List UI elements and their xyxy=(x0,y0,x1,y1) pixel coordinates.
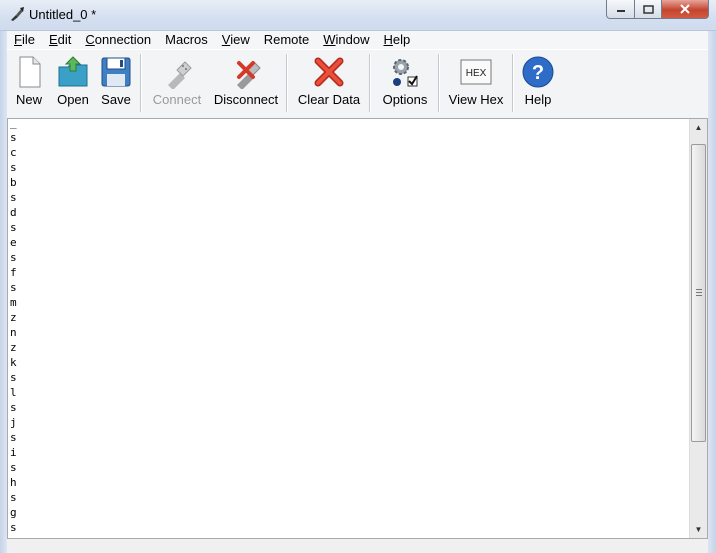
output-line: h xyxy=(10,476,17,489)
output-line: s xyxy=(10,461,17,474)
clear-data-label: Clear Data xyxy=(297,92,361,107)
options-label: Options xyxy=(382,92,428,107)
output-line: s xyxy=(10,371,17,384)
open-button[interactable]: Open xyxy=(53,50,93,116)
toolbar-separator xyxy=(286,54,288,112)
output-line: g xyxy=(10,506,17,519)
menu-file[interactable]: File xyxy=(7,31,42,49)
minimize-icon xyxy=(616,10,625,12)
title-bar[interactable]: Untitled_0 * xyxy=(0,0,716,31)
close-icon xyxy=(680,4,690,14)
output-line: z xyxy=(10,311,17,324)
disconnect-label: Disconnect xyxy=(213,92,279,107)
save-label: Save xyxy=(101,92,131,107)
scroll-up-arrow[interactable]: ▲ xyxy=(690,119,707,136)
output-line: s xyxy=(10,131,17,144)
output-line: s xyxy=(10,251,17,264)
options-button[interactable]: Options xyxy=(377,50,433,116)
output-line: d xyxy=(10,206,17,219)
help-question-icon: ? xyxy=(522,56,554,88)
toolbar-separator xyxy=(369,54,371,112)
save-floppy-icon xyxy=(101,57,131,87)
menu-connection[interactable]: Connection xyxy=(78,31,158,49)
output-line: m xyxy=(10,296,17,309)
toolbar-separator xyxy=(140,54,142,112)
disconnect-icon xyxy=(237,61,261,89)
save-button[interactable]: Save xyxy=(97,50,135,116)
disconnect-button[interactable]: Disconnect xyxy=(210,50,282,116)
window-frame-right xyxy=(708,30,716,553)
status-bar xyxy=(7,539,708,553)
window-title: Untitled_0 * xyxy=(29,7,97,22)
view-hex-button[interactable]: HEX View Hex xyxy=(445,50,507,116)
menu-remote[interactable]: Remote xyxy=(257,31,317,49)
output-lines: _scsbsdsesfsmznzkslsjsishsgsp xyxy=(10,118,17,538)
connect-button[interactable]: Connect xyxy=(147,50,207,116)
clear-data-button[interactable]: Clear Data xyxy=(294,50,364,116)
output-line: n xyxy=(10,326,17,339)
toolbar-separator xyxy=(512,54,514,112)
new-button[interactable]: New xyxy=(9,50,49,116)
menu-bar: File Edit Connection Macros View Remote … xyxy=(7,31,708,49)
output-line: s xyxy=(10,431,17,444)
output-line: e xyxy=(10,236,17,249)
output-line: l xyxy=(10,386,17,399)
scroll-down-arrow[interactable]: ▼ xyxy=(690,521,707,538)
view-hex-label: View Hex xyxy=(448,92,504,107)
menu-help[interactable]: Help xyxy=(377,31,418,49)
app-plug-icon xyxy=(11,7,24,21)
output-line: k xyxy=(10,356,17,369)
svg-text:HEX: HEX xyxy=(466,68,487,79)
connect-label: Connect xyxy=(152,92,202,107)
usb-plug-icon xyxy=(168,61,192,89)
help-label: Help xyxy=(524,92,552,107)
close-button[interactable] xyxy=(662,0,709,19)
menu-window[interactable]: Window xyxy=(316,31,376,49)
clear-x-icon xyxy=(314,57,344,87)
options-gears-icon xyxy=(393,59,418,87)
window-frame-left xyxy=(0,30,7,553)
toolbar: New Open Save Connect Disconnect Clear D… xyxy=(7,49,708,119)
terminal-output-area[interactable]: _scsbsdsesfsmznzkslsjsishsgsp ▲ ▼ xyxy=(7,118,708,539)
output-line: s xyxy=(10,281,17,294)
menu-macros[interactable]: Macros xyxy=(158,31,215,49)
output-line: z xyxy=(10,341,17,354)
toolbar-separator xyxy=(438,54,440,112)
output-line: s xyxy=(10,191,17,204)
output-line: b xyxy=(10,176,17,189)
output-line: s xyxy=(10,521,17,534)
vertical-scrollbar[interactable]: ▲ ▼ xyxy=(689,119,707,538)
new-document-icon xyxy=(19,56,41,88)
output-line: s xyxy=(10,221,17,234)
scroll-grip-icon xyxy=(696,289,702,296)
minimize-button[interactable] xyxy=(606,0,635,19)
maximize-icon xyxy=(642,4,654,14)
open-folder-icon xyxy=(58,56,88,87)
output-line: s xyxy=(10,161,17,174)
output-line: _ xyxy=(10,118,17,129)
output-line: i xyxy=(10,446,17,459)
help-button[interactable]: ? Help xyxy=(519,50,557,116)
menu-edit[interactable]: Edit xyxy=(42,31,78,49)
output-line: s xyxy=(10,401,17,414)
hex-icon: HEX xyxy=(460,59,492,85)
svg-text:?: ? xyxy=(532,62,544,84)
output-line: j xyxy=(10,416,17,429)
menu-view[interactable]: View xyxy=(215,31,257,49)
new-label: New xyxy=(15,92,42,107)
output-line: c xyxy=(10,146,17,159)
maximize-button[interactable] xyxy=(635,0,662,19)
output-line: f xyxy=(10,266,17,279)
output-line: s xyxy=(10,491,17,504)
scrollbar-thumb[interactable] xyxy=(691,144,706,442)
open-label: Open xyxy=(57,92,89,107)
